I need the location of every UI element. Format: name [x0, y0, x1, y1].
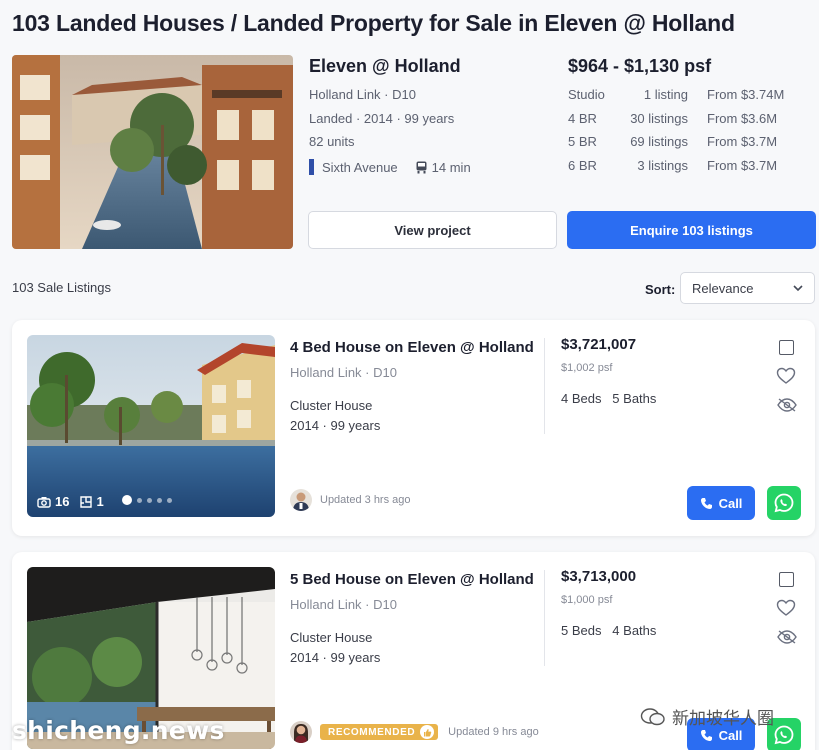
hide-icon[interactable]	[776, 629, 798, 645]
unit-count: 69 listings	[630, 134, 688, 149]
unit-type: 4 BR	[568, 111, 597, 126]
watermark-right: 新加坡华人圈	[640, 704, 774, 729]
project-units: 82 units	[309, 134, 355, 149]
listing-beds-baths: 4 Beds 5 Baths	[561, 391, 657, 406]
agent-avatar[interactable]	[290, 721, 312, 743]
listing-card[interactable]: 16 1 4 Bed House on Eleven @ Holland Hol…	[12, 320, 815, 536]
unit-type: Studio	[568, 87, 605, 102]
agent-photo	[290, 721, 312, 743]
updated-time: Updated 3 hrs ago	[320, 494, 411, 506]
carousel-dots[interactable]	[122, 495, 172, 505]
listing-psf: $1,002 psf	[561, 362, 613, 374]
project-price-range: $964 - $1,130 psf	[568, 56, 712, 76]
heart-icon[interactable]	[776, 367, 796, 385]
mrt-station: Sixth Avenue	[322, 159, 398, 175]
chevron-down-icon	[793, 285, 803, 292]
carousel-dot[interactable]	[137, 497, 142, 503]
enquire-listings-button[interactable]: Enquire 103 listings	[567, 211, 816, 249]
whatsapp-icon	[774, 493, 794, 513]
compare-checkbox[interactable]	[779, 572, 794, 587]
wechat-icon	[640, 707, 665, 725]
listing-title[interactable]: 5 Bed House on Eleven @ Holland	[290, 571, 534, 588]
unit-count: 1 listing	[643, 87, 688, 102]
phone-icon	[700, 729, 712, 741]
unit-from-price: From $3.7M	[707, 134, 778, 149]
listing-photo	[27, 335, 275, 517]
page: 103 Landed Houses / Landed Property for …	[0, 0, 819, 750]
phone-icon	[700, 497, 712, 509]
heart-icon[interactable]	[776, 599, 796, 617]
agent-avatar[interactable]	[290, 489, 312, 511]
whatsapp-button[interactable]	[767, 486, 801, 520]
unit-type-row[interactable]: 6 BR 3 listings From $3.7M	[568, 158, 798, 176]
listing-price: $3,713,000	[561, 568, 637, 585]
view-project-button[interactable]: View project	[308, 211, 557, 249]
project-image[interactable]	[12, 55, 293, 249]
sort-select[interactable]: Relevance	[680, 272, 815, 304]
hide-icon[interactable]	[776, 397, 798, 413]
project-details: Landed · 2014 · 99 years	[309, 111, 455, 126]
carousel-dot[interactable]	[157, 497, 162, 503]
watermark-text: 新加坡华人圈	[672, 709, 774, 729]
project-mrt: Sixth Avenue 14 min	[309, 159, 471, 175]
updated-time: Updated 9 hrs ago	[448, 726, 539, 738]
call-button[interactable]: Call	[687, 486, 755, 520]
compare-checkbox[interactable]	[779, 340, 794, 355]
agent-info: Updated 3 hrs ago	[290, 489, 411, 511]
badge-label: RECOMMENDED	[328, 726, 416, 738]
call-label: Call	[718, 727, 743, 743]
camera-icon	[37, 496, 51, 508]
call-label: Call	[718, 495, 743, 511]
unit-from-price: From $3.6M	[707, 111, 778, 126]
unit-count: 30 listings	[630, 111, 688, 126]
listing-psf: $1,000 psf	[561, 594, 613, 606]
floorplan-icon	[80, 495, 93, 508]
media-stats: 16 1	[37, 494, 104, 509]
carousel-dot[interactable]	[147, 497, 152, 503]
carousel-dot[interactable]	[167, 497, 172, 503]
sort-label: Sort:	[645, 282, 676, 297]
project-name[interactable]: Eleven @ Holland	[309, 56, 461, 77]
transit-icon	[416, 161, 427, 173]
listing-title[interactable]: 4 Bed House on Eleven @ Holland	[290, 339, 534, 356]
mrt-line-icon	[309, 159, 314, 175]
unit-from-price: From $3.74M	[707, 87, 785, 102]
sort-value: Relevance	[692, 280, 754, 296]
whatsapp-icon	[774, 725, 794, 745]
unit-type-row[interactable]: 5 BR 69 listings From $3.7M	[568, 134, 798, 152]
page-title: 103 Landed Houses / Landed Property for …	[12, 10, 735, 36]
project-location: Holland Link · D10	[309, 87, 416, 102]
unit-count: 3 listings	[637, 158, 688, 173]
listing-tenure: 2014 · 99 years	[290, 650, 381, 665]
unit-from-price: From $3.7M	[707, 158, 778, 173]
listing-image[interactable]: 16 1	[27, 335, 275, 517]
photo-count: 16	[55, 494, 70, 509]
unit-type-row[interactable]: Studio 1 listing From $3.74M	[568, 87, 798, 105]
watermark-left: shicheng.news	[12, 716, 225, 745]
unit-type: 6 BR	[568, 158, 597, 173]
listing-price: $3,721,007	[561, 336, 637, 353]
agent-info: RECOMMENDED Updated 9 hrs ago	[290, 721, 539, 743]
listing-property-type: Cluster House	[290, 630, 373, 645]
divider	[544, 338, 545, 434]
unit-type: 5 BR	[568, 134, 597, 149]
travel-time: 14 min	[431, 159, 471, 175]
agent-photo	[290, 489, 312, 511]
divider	[544, 570, 545, 666]
thumbs-up-icon	[420, 725, 435, 739]
listing-beds-baths: 5 Beds 4 Baths	[561, 623, 657, 638]
listing-location: Holland Link · D10	[290, 597, 397, 612]
unit-type-row[interactable]: 4 BR 30 listings From $3.6M	[568, 111, 798, 129]
listing-tenure: 2014 · 99 years	[290, 418, 381, 433]
listing-property-type: Cluster House	[290, 398, 373, 413]
listing-location: Holland Link · D10	[290, 365, 397, 380]
listing-count: 103 Sale Listings	[12, 280, 112, 295]
recommended-badge: RECOMMENDED	[320, 724, 439, 740]
floorplan-count: 1	[96, 494, 104, 509]
project-photo	[12, 55, 293, 249]
carousel-dot-active[interactable]	[122, 495, 132, 505]
